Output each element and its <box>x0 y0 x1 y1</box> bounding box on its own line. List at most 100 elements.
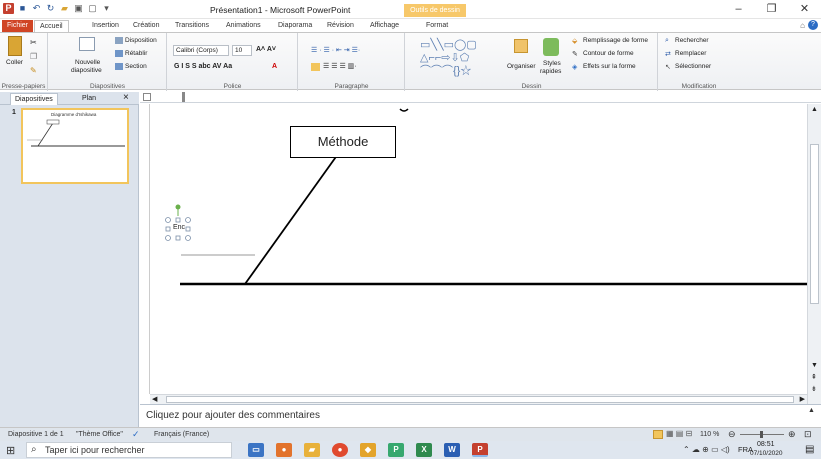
word-icon[interactable]: W <box>444 443 460 457</box>
font-name-combo[interactable]: Calibri (Corps) <box>173 45 229 56</box>
clock-date[interactable]: 07/10/2020 <box>750 450 783 457</box>
file-explorer-icon[interactable]: ▰ <box>304 443 320 457</box>
close-button[interactable]: ✕ <box>788 0 821 18</box>
new-slide-label-1[interactable]: Nouvelle <box>75 59 100 66</box>
excel-icon[interactable]: X <box>416 443 432 457</box>
scroll-left-icon[interactable]: ◀ <box>152 395 157 403</box>
normal-view-icon[interactable] <box>653 430 663 439</box>
vertical-scrollbar[interactable]: ▲ ▼ ⇞ ⇟ <box>807 104 821 404</box>
align-buttons[interactable]: ☰ ☰ ☰ ▥· <box>323 62 357 70</box>
cut-icon[interactable]: ✂ <box>30 38 37 47</box>
chrome-icon[interactable]: ● <box>332 443 348 457</box>
maximize-button[interactable]: ❐ <box>755 0 788 18</box>
help-icon[interactable]: ? <box>808 20 818 30</box>
tab-outline-panel[interactable]: Plan <box>78 93 100 105</box>
save-icon[interactable]: ■ <box>17 3 28 14</box>
clock-time[interactable]: 08:51 <box>757 441 775 448</box>
spell-check-icon[interactable]: ✓ <box>132 429 140 440</box>
powerpoint-taskbar-icon[interactable]: P <box>472 443 488 457</box>
taskview-icon[interactable]: ▭ <box>248 443 264 457</box>
replace-button[interactable]: Remplacer <box>675 50 706 57</box>
quick-styles-label-1[interactable]: Styles <box>543 60 561 67</box>
fit-slide-icon[interactable]: ⊡ <box>804 429 812 440</box>
shape-outline-button[interactable]: Contour de forme <box>583 50 634 57</box>
paste-icon[interactable] <box>8 36 22 56</box>
scroll-right-icon[interactable]: ▶ <box>800 395 805 403</box>
minimize-button[interactable]: – <box>722 0 755 18</box>
rotation-handle-icon[interactable] <box>175 204 181 210</box>
publisher-icon[interactable]: P <box>388 443 404 457</box>
selected-textbox-text[interactable]: Enc <box>173 224 185 231</box>
open-folder-icon[interactable]: ▰ <box>59 3 70 14</box>
tab-view[interactable]: Affichage <box>370 20 399 32</box>
vertical-ruler[interactable] <box>141 104 150 394</box>
horizontal-ruler[interactable] <box>140 92 821 103</box>
quick-styles-label-2[interactable]: rapides <box>540 68 561 75</box>
paste-label[interactable]: Coller <box>6 59 23 66</box>
tray-icons[interactable]: ⌃ ☁ ⊕ ▭ ◁) <box>683 445 730 454</box>
folder-app-icon[interactable]: ◆ <box>360 443 376 457</box>
tab-animations[interactable]: Animations <box>226 20 261 32</box>
font-color-icon[interactable]: A <box>272 63 277 70</box>
customize-qa-icon[interactable]: ▾ <box>101 3 112 14</box>
hscroll-thumb[interactable] <box>166 396 794 403</box>
next-slide-icon[interactable]: ⇟ <box>811 386 817 393</box>
tab-design[interactable]: Création <box>133 20 159 32</box>
language-indicator[interactable]: Français (France) <box>154 431 209 438</box>
arrange-button[interactable]: Organiser <box>507 63 536 70</box>
previous-slide-icon[interactable]: ⇞ <box>811 374 817 381</box>
find-button[interactable]: Rechercher <box>675 37 709 44</box>
print-preview-icon[interactable]: ▣ <box>73 3 84 14</box>
scroll-thumb[interactable] <box>810 144 819 304</box>
zoom-in-icon[interactable]: ⊕ <box>788 429 796 440</box>
view-buttons[interactable]: ▦ ▤ ⊟ <box>666 429 692 438</box>
tab-home[interactable]: Accueil <box>34 20 69 32</box>
font-size-combo[interactable]: 10 <box>232 45 252 56</box>
taskbar-search-box[interactable]: ⌕ Taper ici pour rechercher <box>26 442 232 458</box>
new-slide-label-2[interactable]: diapositive <box>71 67 102 74</box>
zoom-slider-thumb[interactable] <box>760 431 763 438</box>
windows-start-icon[interactable]: ⊞ <box>6 444 15 457</box>
tab-insert[interactable]: Insertion <box>92 20 119 32</box>
arrange-icon[interactable] <box>514 39 528 53</box>
notification-icon[interactable]: ▤ <box>805 444 814 455</box>
method-textbox[interactable]: Méthode <box>290 126 396 158</box>
section-button[interactable]: Section <box>125 63 147 70</box>
align-left-icon[interactable] <box>311 63 320 71</box>
tab-transitions[interactable]: Transitions <box>175 20 209 32</box>
tab-review[interactable]: Révision <box>327 20 354 32</box>
scroll-up-icon[interactable]: ▲ <box>811 106 818 113</box>
select-button[interactable]: Sélectionner <box>675 63 711 70</box>
notes-pane[interactable]: Cliquez pour ajouter des commentaires ▲ <box>140 404 821 426</box>
copy-icon[interactable]: ❐ <box>30 52 37 61</box>
new-icon[interactable]: ▢ <box>87 3 98 14</box>
tab-selector-icon[interactable] <box>143 93 151 101</box>
fishbone-branch-method[interactable] <box>244 153 339 285</box>
zoom-level[interactable]: 110 % <box>700 431 719 438</box>
shape-effects-button[interactable]: Effets sur la forme <box>583 63 636 70</box>
firefox-icon[interactable]: ● <box>276 443 292 457</box>
tab-slides-panel[interactable]: Diapositives <box>10 93 58 105</box>
zoom-out-icon[interactable]: ⊖ <box>728 429 736 440</box>
scroll-down-icon[interactable]: ▼ <box>811 362 818 369</box>
slide-editing-area[interactable]: Méthode Enc <box>150 104 807 394</box>
notes-scroll-up-icon[interactable]: ▲ <box>808 407 815 414</box>
quick-styles-icon[interactable] <box>543 38 559 56</box>
close-panel-icon[interactable]: × <box>123 92 129 103</box>
font-style-buttons[interactable]: G I S S abc AV Aa <box>174 63 232 70</box>
indent-marker-icon[interactable] <box>182 92 185 102</box>
tab-slideshow[interactable]: Diaporama <box>278 20 312 32</box>
format-painter-icon[interactable]: ✎ <box>30 66 37 75</box>
theme-name[interactable]: "Thème Office" <box>76 431 123 438</box>
reset-button[interactable]: Rétablir <box>125 50 147 57</box>
shapes-gallery[interactable]: ▭╲╲▭◯▢ △⌐⌐⇨⇩⬠ ⌒⌒⌒{}☆ <box>420 39 506 77</box>
new-slide-icon[interactable] <box>79 37 95 51</box>
layout-button[interactable]: Disposition <box>125 37 157 44</box>
shape-fill-button[interactable]: Remplissage de forme <box>583 37 648 44</box>
undo-icon[interactable]: ↶ <box>31 3 42 14</box>
horizontal-scrollbar[interactable]: ◀ ▶ <box>150 394 807 404</box>
tab-file[interactable]: Fichier <box>2 20 34 32</box>
collapse-ribbon-icon[interactable]: ⌂ <box>800 21 805 30</box>
grow-font-icon[interactable]: A˄ A˅ <box>256 46 276 53</box>
tab-format[interactable]: Format <box>426 20 448 32</box>
